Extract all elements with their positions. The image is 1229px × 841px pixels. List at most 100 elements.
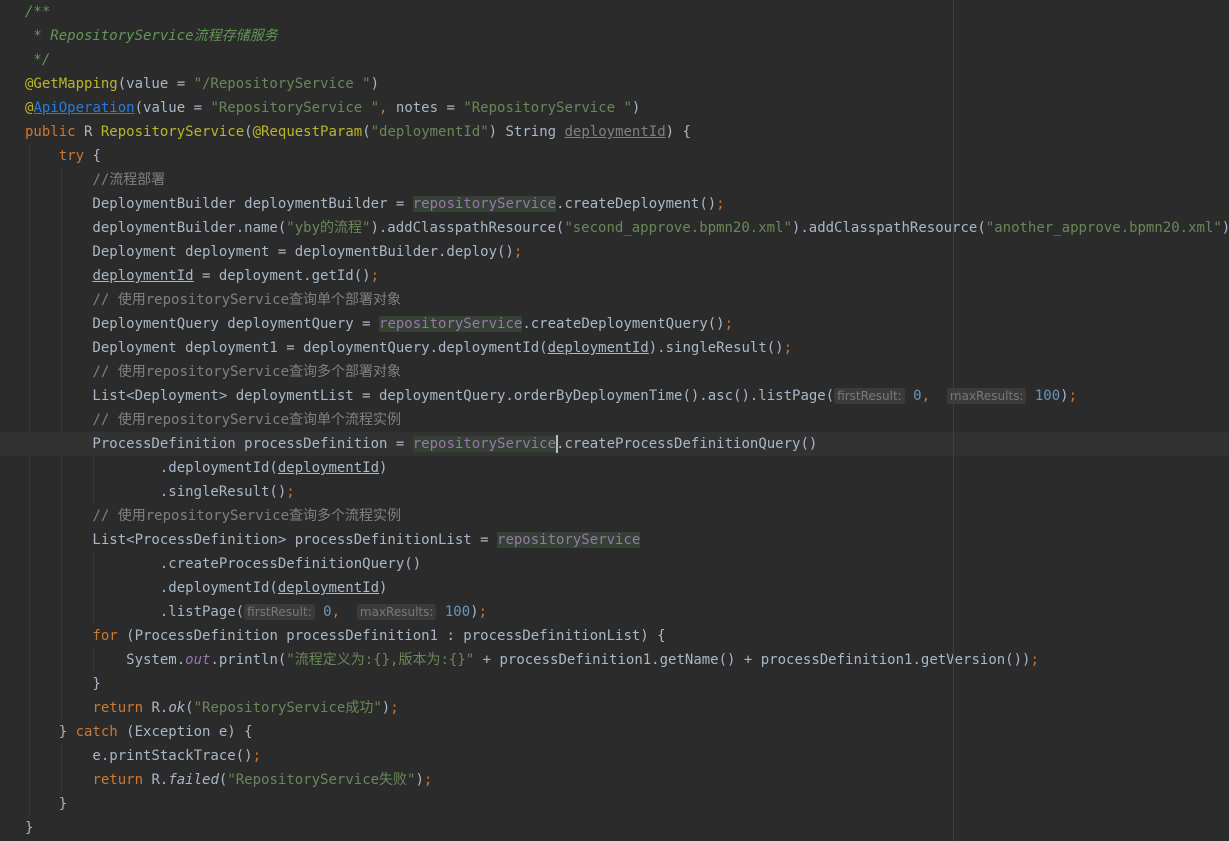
code-editor[interactable]: /** * RepositoryService流程存储服务 */ @GetMapp…	[0, 0, 1229, 841]
code-token: "second_approve.bpmn20.xml"	[564, 220, 792, 236]
code-token: deploymentId	[277, 460, 380, 476]
code-line-content: .singleResult();	[25, 480, 295, 504]
code-line[interactable]: for (ProcessDefinition processDefinition…	[0, 624, 1229, 648]
code-token: "deploymentId"	[370, 124, 489, 140]
code-token: (value =	[134, 100, 211, 116]
code-line[interactable]: @ApiOperation(value = "RepositoryService…	[0, 96, 1229, 120]
code-line-content: }	[25, 672, 100, 696]
code-token: ) {	[665, 124, 691, 140]
code-line[interactable]: deploymentId = deployment.getId();	[0, 264, 1229, 288]
code-token: .createProcessDefinitionQuery()	[556, 436, 818, 452]
code-line[interactable]: * RepositoryService流程存储服务	[0, 24, 1229, 48]
code-line[interactable]: List<Deployment> deploymentList = deploy…	[0, 384, 1229, 408]
code-line[interactable]: List<ProcessDefinition> processDefinitio…	[0, 528, 1229, 552]
code-line-content: deploymentId = deployment.getId();	[25, 264, 379, 288]
code-line[interactable]: @GetMapping(value = "/RepositoryService …	[0, 72, 1229, 96]
code-line-content: Deployment deployment = deploymentBuilde…	[25, 240, 522, 264]
code-line-content: .createProcessDefinitionQuery()	[25, 552, 421, 576]
code-line[interactable]: return R.failed("RepositoryService失败");	[0, 768, 1229, 792]
code-token: public	[25, 124, 85, 140]
code-line[interactable]: }	[0, 816, 1229, 840]
code-line[interactable]: DeploymentQuery deploymentQuery = reposi…	[0, 312, 1229, 336]
code-token: (value =	[117, 76, 194, 92]
code-line-content: }	[25, 816, 33, 840]
code-line[interactable]: .singleResult();	[0, 480, 1229, 504]
code-token: ;	[478, 604, 488, 620]
code-line-content: List<Deployment> deploymentList = deploy…	[25, 384, 1077, 408]
code-line-content: System.out.println("流程定义为:{},版本为:{}" + p…	[25, 648, 1039, 672]
code-token: "RepositoryService "	[463, 100, 632, 116]
code-line[interactable]: }	[0, 672, 1229, 696]
code-token: .singleResult()	[25, 484, 287, 500]
parameter-hint: maxResults:	[356, 604, 437, 620]
code-line[interactable]: Deployment deployment1 = deploymentQuery…	[0, 336, 1229, 360]
code-token: catch	[75, 724, 127, 740]
code-line-content: } catch (Exception e) {	[25, 720, 253, 744]
code-token: ,	[331, 604, 349, 620]
code-token: @GetMapping	[25, 76, 118, 92]
code-line[interactable]: /**	[0, 0, 1229, 24]
code-token: repositoryService	[379, 316, 523, 332]
code-token: )	[415, 772, 424, 788]
code-line-content: return R.ok("RepositoryService成功");	[25, 696, 399, 720]
code-line[interactable]: //流程部署	[0, 168, 1229, 192]
code-line[interactable]: deploymentBuilder.name("yby的流程").addClas…	[0, 216, 1229, 240]
code-token: .deploymentId(	[25, 580, 278, 596]
code-token: ;	[513, 244, 523, 260]
code-line[interactable]: try {	[0, 144, 1229, 168]
code-token: RepositoryService	[100, 124, 245, 140]
code-token: */	[25, 52, 51, 68]
code-token: * RepositoryService流程存储服务	[25, 28, 278, 44]
code-line[interactable]: Deployment deployment = deploymentBuilde…	[0, 240, 1229, 264]
code-token: // 使用repositoryService查询单个部署对象	[92, 292, 402, 308]
code-token: /**	[25, 4, 51, 20]
code-token: System.	[25, 652, 186, 668]
code-token: 0	[913, 388, 922, 404]
code-line[interactable]: }	[0, 792, 1229, 816]
code-token: "yby的流程"	[286, 220, 371, 236]
code-token: (ProcessDefinition processDefinition1 : …	[126, 628, 666, 644]
code-token: ,	[379, 100, 396, 116]
code-line[interactable]: .createProcessDefinitionQuery()	[0, 552, 1229, 576]
code-token: }	[25, 820, 34, 836]
code-line[interactable]: .deploymentId(deploymentId)	[0, 456, 1229, 480]
code-token: .listPage(	[25, 604, 245, 620]
code-token: try	[58, 148, 93, 164]
code-line[interactable]: return R.ok("RepositoryService成功");	[0, 696, 1229, 720]
code-line[interactable]: ProcessDefinition processDefinition = re…	[0, 432, 1229, 456]
code-line[interactable]: } catch (Exception e) {	[0, 720, 1229, 744]
parameter-hint: firstResult:	[244, 604, 315, 620]
code-token: )	[470, 604, 479, 620]
code-line[interactable]: .listPage(firstResult: 0, maxResults: 10…	[0, 600, 1229, 624]
code-line[interactable]: System.out.println("流程定义为:{},版本为:{}" + p…	[0, 648, 1229, 672]
code-line-content: * RepositoryService流程存储服务	[25, 24, 278, 48]
code-token: )	[1060, 388, 1069, 404]
code-line[interactable]: */	[0, 48, 1229, 72]
code-token: .deploymentId(	[25, 460, 278, 476]
code-line[interactable]: // 使用repositoryService查询单个部署对象	[0, 288, 1229, 312]
code-line[interactable]: .deploymentId(deploymentId)	[0, 576, 1229, 600]
code-line[interactable]: public R RepositoryService(@RequestParam…	[0, 120, 1229, 144]
code-token: .println(	[210, 652, 287, 668]
code-token: deploymentBuilder.name(	[25, 220, 287, 236]
code-token: DeploymentBuilder deploymentBuilder =	[25, 196, 413, 212]
code-token: return	[92, 772, 152, 788]
code-line[interactable]: // 使用repositoryService查询单个流程实例	[0, 408, 1229, 432]
code-line[interactable]: // 使用repositoryService查询多个流程实例	[0, 504, 1229, 528]
code-token: ProcessDefinition processDefinition =	[25, 436, 413, 452]
code-token: repositoryService	[497, 532, 641, 548]
code-token: repositoryService	[412, 196, 557, 212]
code-line[interactable]: e.printStackTrace();	[0, 744, 1229, 768]
code-token: 0	[323, 604, 332, 620]
code-token: ;	[390, 700, 399, 716]
code-line[interactable]: // 使用repositoryService查询多个部署对象	[0, 360, 1229, 384]
code-token: e.printStackTrace()	[25, 748, 253, 764]
code-line[interactable]: DeploymentBuilder deploymentBuilder = re…	[0, 192, 1229, 216]
code-token: List<Deployment> deploymentList = deploy…	[25, 388, 835, 404]
